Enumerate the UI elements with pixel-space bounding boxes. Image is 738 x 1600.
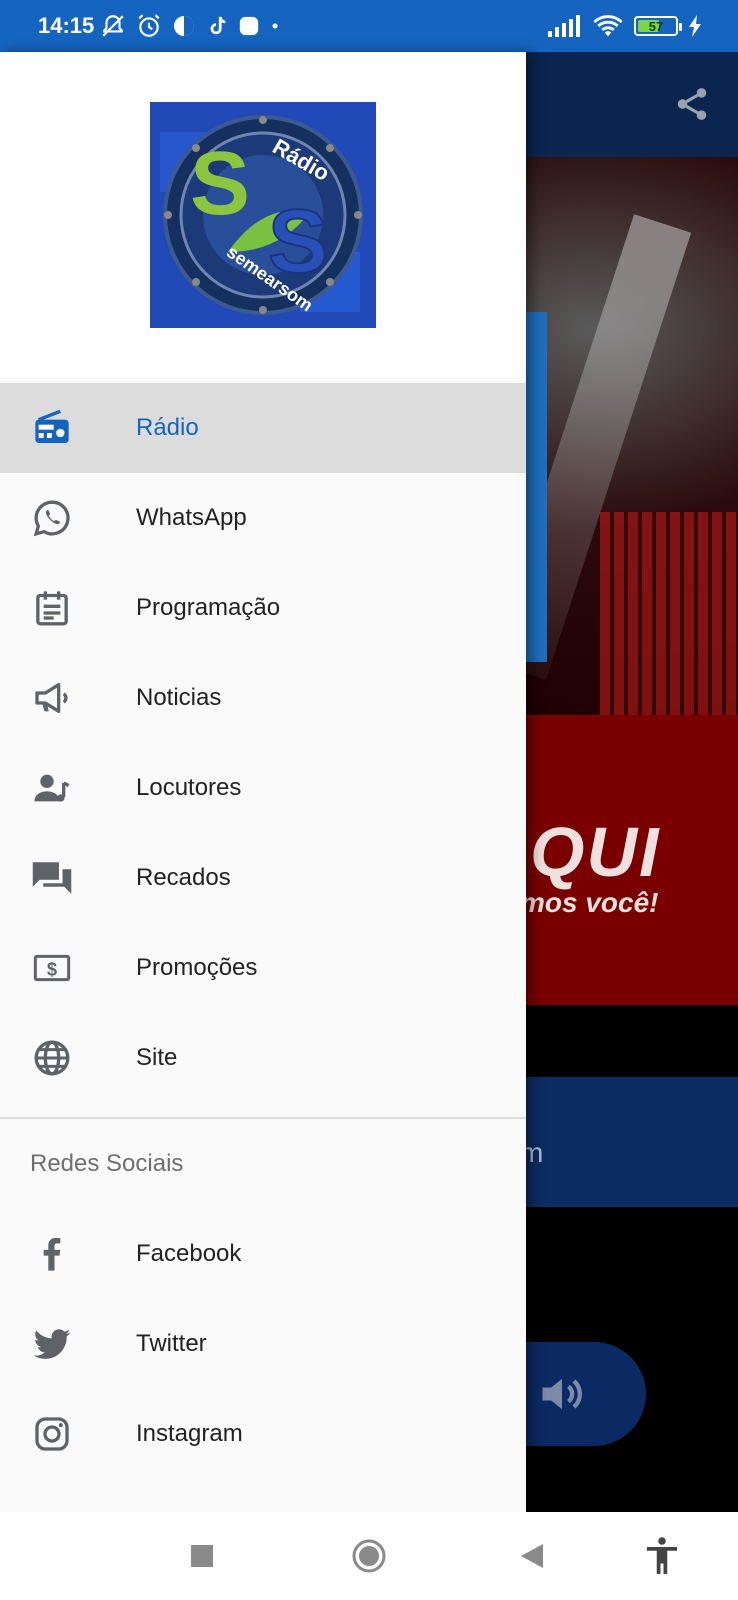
twitter-icon bbox=[0, 1323, 104, 1365]
status-time: 14:15 bbox=[38, 13, 95, 38]
menu-label-site: Site bbox=[136, 1044, 178, 1071]
status-notification-icons bbox=[100, 13, 280, 39]
radio-logo: S S Rádio semearsom bbox=[150, 101, 376, 328]
menu-label-promocoes: Promoções bbox=[136, 954, 258, 981]
menu-label-whatsapp: WhatsApp bbox=[136, 504, 247, 531]
dot-icon bbox=[270, 21, 280, 31]
system-nav-bar bbox=[0, 1512, 738, 1600]
section-title-social: Redes Sociais bbox=[30, 1150, 184, 1177]
battery-icon: 57 bbox=[634, 16, 682, 36]
banner-headline: QUI bbox=[530, 813, 661, 891]
menu-item-site[interactable]: Site bbox=[0, 1013, 526, 1103]
globe-icon bbox=[0, 1038, 104, 1078]
app-square-icon bbox=[238, 15, 260, 37]
battery-level: 57 bbox=[648, 18, 664, 34]
menu-item-twitter[interactable]: Twitter bbox=[0, 1299, 526, 1389]
back-button[interactable] bbox=[492, 1512, 572, 1600]
volume-icon bbox=[542, 1378, 582, 1410]
share-button[interactable] bbox=[670, 82, 714, 126]
menu-label-programacao: Programação bbox=[136, 594, 281, 621]
social-menu: Facebook Twitter Instagram bbox=[0, 1209, 526, 1479]
menu-item-facebook[interactable]: Facebook bbox=[0, 1209, 526, 1299]
chat-icon bbox=[0, 857, 104, 899]
logo-letter-s1: S bbox=[190, 134, 250, 234]
banner-subline: mos você! bbox=[520, 887, 659, 918]
signal-icon bbox=[548, 15, 582, 37]
menu-label-noticias: Noticias bbox=[136, 684, 222, 711]
share-icon bbox=[677, 88, 707, 120]
bell-off-icon bbox=[100, 13, 126, 39]
recents-button[interactable] bbox=[162, 1512, 242, 1600]
menu-item-recados[interactable]: Recados bbox=[0, 833, 526, 923]
drawer-menu: Rádio WhatsApp Programação Noticias Locu… bbox=[0, 383, 526, 1103]
recents-icon bbox=[191, 1545, 213, 1567]
menu-item-locutores[interactable]: Locutores bbox=[0, 743, 526, 833]
home-button[interactable] bbox=[329, 1512, 409, 1600]
menu-label-twitter: Twitter bbox=[136, 1330, 207, 1357]
navigation-drawer: S S Rádio semearsom Rádio WhatsApp Progr… bbox=[0, 52, 526, 1512]
menu-item-whatsapp[interactable]: WhatsApp bbox=[0, 473, 526, 563]
radio-icon bbox=[0, 408, 104, 448]
app-info-band bbox=[515, 1077, 738, 1207]
menu-item-promocoes[interactable]: $ Promoções bbox=[0, 923, 526, 1013]
megaphone-icon bbox=[0, 678, 104, 718]
accessibility-button[interactable] bbox=[622, 1512, 702, 1600]
tiktok-icon bbox=[206, 14, 228, 38]
facebook-icon bbox=[0, 1234, 104, 1274]
status-system-icons: 57 bbox=[548, 13, 702, 39]
menu-label-recados: Recados bbox=[136, 864, 231, 891]
app-notification-icon bbox=[172, 14, 196, 38]
menu-label-instagram: Instagram bbox=[136, 1420, 243, 1447]
menu-label-radio: Rádio bbox=[136, 414, 199, 441]
whatsapp-icon bbox=[0, 498, 104, 538]
menu-label-locutores: Locutores bbox=[136, 774, 242, 801]
menu-label-facebook: Facebook bbox=[136, 1240, 242, 1267]
calendar-icon bbox=[0, 588, 104, 628]
wifi-icon bbox=[592, 13, 624, 39]
menu-item-noticias[interactable]: Noticias bbox=[0, 653, 526, 743]
svg-text:$: $ bbox=[47, 959, 57, 980]
money-icon: $ bbox=[0, 948, 104, 988]
announcer-icon bbox=[0, 768, 104, 808]
instagram-icon bbox=[0, 1414, 104, 1454]
menu-item-instagram[interactable]: Instagram bbox=[0, 1389, 526, 1479]
drawer-header: S S Rádio semearsom bbox=[0, 52, 526, 377]
alarm-icon bbox=[136, 13, 162, 39]
menu-item-radio[interactable]: Rádio bbox=[0, 383, 526, 473]
menu-item-programacao[interactable]: Programação bbox=[0, 563, 526, 653]
charging-icon bbox=[688, 15, 702, 37]
back-icon bbox=[521, 1544, 543, 1568]
home-icon bbox=[352, 1539, 386, 1573]
status-bar: 14:15 57 bbox=[0, 0, 738, 52]
accessibility-icon bbox=[647, 1537, 677, 1574]
equalizer-backdrop bbox=[600, 512, 738, 722]
